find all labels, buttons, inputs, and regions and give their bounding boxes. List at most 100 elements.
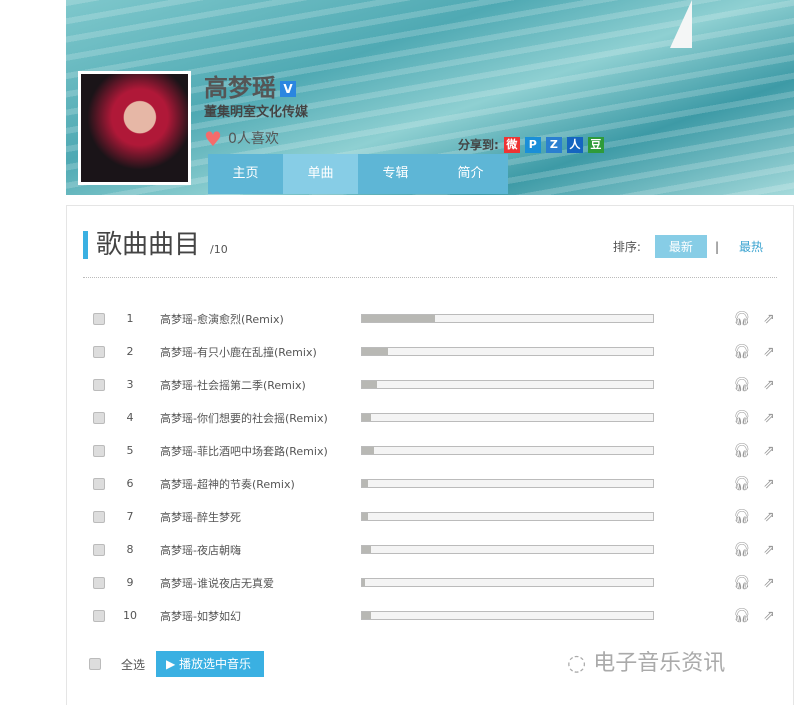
headphones-icon[interactable]: 🎧︎: [733, 542, 751, 558]
heart-icon[interactable]: ♥: [204, 127, 222, 151]
song-number: 9: [126, 576, 134, 589]
song-checkbox[interactable]: [93, 576, 105, 589]
song-title[interactable]: 高梦瑶-愈演愈烈(Remix): [160, 311, 284, 327]
popularity-bar: [361, 347, 654, 356]
share-icon[interactable]: ⇗: [763, 377, 775, 393]
song-title[interactable]: 高梦瑶-谁说夜店无真爱: [160, 575, 274, 591]
popularity-bar: [361, 512, 654, 521]
popularity-fill: [362, 414, 371, 421]
song-title[interactable]: 高梦瑶-醉生梦死: [160, 509, 241, 525]
popularity-bar: [361, 314, 654, 323]
song-checkbox[interactable]: [93, 510, 105, 523]
song-row: 8 高梦瑶-夜店朝嗨 🎧︎ ⇗: [67, 533, 794, 566]
sort-controls: 排序: 最新 | 最热: [613, 235, 763, 258]
share-icon[interactable]: ⇗: [763, 410, 775, 426]
popularity-fill: [362, 513, 368, 520]
song-title[interactable]: 高梦瑶-夜店朝嗨: [160, 542, 241, 558]
p-icon[interactable]: P: [524, 136, 541, 153]
song-checkbox[interactable]: [93, 444, 105, 457]
headphones-icon[interactable]: 🎧︎: [733, 608, 751, 624]
popularity-bar: [361, 578, 654, 587]
popularity-fill: [362, 480, 368, 487]
headphones-icon[interactable]: 🎧︎: [733, 311, 751, 327]
tab-3[interactable]: 简介: [433, 154, 508, 194]
song-row: 7 高梦瑶-醉生梦死 🎧︎ ⇗: [67, 500, 794, 533]
song-number: 3: [126, 378, 134, 391]
share-icon[interactable]: ⇗: [763, 443, 775, 459]
popularity-fill: [362, 315, 435, 322]
headphones-icon[interactable]: 🎧︎: [733, 344, 751, 360]
like-area: ♥ 0人喜欢: [204, 127, 279, 151]
song-list-panel: 歌曲曲目/10 排序: 最新 | 最热 1 高梦瑶-愈演愈烈(Remix) 🎧︎…: [66, 205, 794, 705]
artist-banner: 高梦瑶 V 董集明室文化传媒 ♥ 0人喜欢 分享到: 微 P Z 人豆 主页 单曲 专辑 简介: [66, 0, 794, 195]
douban-icon[interactable]: 豆: [587, 136, 604, 153]
divider: [83, 277, 777, 278]
tab-1[interactable]: 单曲: [283, 154, 358, 194]
play-selected-button[interactable]: ▶ 播放选中音乐: [156, 651, 264, 677]
tab-2[interactable]: 专辑: [358, 154, 433, 194]
song-row: 4 高梦瑶-你们想要的社会摇(Remix) 🎧︎ ⇗: [67, 401, 794, 434]
song-number: 6: [126, 477, 134, 490]
headphones-icon[interactable]: 🎧︎: [733, 476, 751, 492]
share-icon[interactable]: ⇗: [763, 311, 775, 327]
song-title[interactable]: 高梦瑶-菲比酒吧中场套路(Remix): [160, 443, 328, 459]
watermark: ◌ 电子音乐资讯: [567, 651, 726, 676]
song-title[interactable]: 高梦瑶-你们想要的社会摇(Remix): [160, 410, 328, 426]
sort-label: 排序:: [612, 240, 641, 254]
sort-divider: |: [714, 239, 719, 254]
song-title[interactable]: 高梦瑶-有只小鹿在乱撞(Remix): [160, 344, 317, 360]
share-icon[interactable]: ⇗: [763, 542, 775, 558]
popularity-bar: [361, 413, 654, 422]
song-number: 10: [123, 609, 137, 622]
song-title[interactable]: 高梦瑶-如梦如幻: [160, 608, 241, 624]
headphones-icon[interactable]: 🎧︎: [733, 443, 751, 459]
song-title[interactable]: 高梦瑶-超神的节奏(Remix): [160, 476, 295, 492]
sort-hottest-button[interactable]: 最热: [739, 238, 763, 255]
song-number: 7: [126, 510, 134, 523]
song-number: 4: [126, 411, 134, 424]
select-all-label: 全选: [121, 658, 146, 672]
share-icon[interactable]: ⇗: [763, 575, 775, 591]
song-row: 6 高梦瑶-超神的节奏(Remix) 🎧︎ ⇗: [67, 467, 794, 500]
headphones-icon[interactable]: 🎧︎: [733, 575, 751, 591]
song-checkbox[interactable]: [93, 312, 105, 325]
headphones-icon[interactable]: 🎧︎: [733, 509, 751, 525]
popularity-fill: [362, 381, 377, 388]
renren-icon[interactable]: 人: [566, 136, 583, 153]
share-icon[interactable]: ⇗: [763, 608, 775, 624]
song-number: 2: [126, 345, 134, 358]
song-row: 9 高梦瑶-谁说夜店无真爱 🎧︎ ⇗: [67, 566, 794, 599]
share-label: 分享到:: [458, 138, 499, 152]
share-icon[interactable]: ⇗: [763, 344, 775, 360]
avatar: [78, 71, 191, 185]
qzone-icon[interactable]: Z: [545, 136, 562, 153]
song-checkbox[interactable]: [93, 378, 105, 391]
song-number: 1: [126, 312, 134, 325]
song-checkbox[interactable]: [93, 411, 105, 424]
popularity-bar: [361, 479, 654, 488]
headphones-icon[interactable]: 🎧︎: [733, 410, 751, 426]
song-row: 5 高梦瑶-菲比酒吧中场套路(Remix) 🎧︎ ⇗: [67, 434, 794, 467]
share-icon[interactable]: ⇗: [763, 509, 775, 525]
song-checkbox[interactable]: [93, 609, 105, 622]
popularity-fill: [362, 447, 374, 454]
artist-name: 高梦瑶 V: [204, 68, 296, 103]
song-checkbox[interactable]: [93, 543, 105, 556]
select-all-checkbox[interactable]: [89, 658, 101, 670]
popularity-bar: [361, 380, 654, 389]
weibo-icon[interactable]: 微: [503, 136, 520, 153]
sailboat-image: [670, 0, 692, 48]
song-title[interactable]: 高梦瑶-社会摇第二季(Remix): [160, 377, 306, 393]
song-checkbox[interactable]: [93, 345, 105, 358]
verified-icon: V: [280, 81, 296, 97]
popularity-fill: [362, 348, 389, 355]
song-checkbox[interactable]: [93, 477, 105, 490]
share-icon[interactable]: ⇗: [763, 476, 775, 492]
tab-0[interactable]: 主页: [208, 154, 283, 194]
sort-newest-button[interactable]: 最新: [654, 235, 707, 258]
song-number: 5: [126, 444, 134, 457]
like-count: 0人喜欢: [227, 131, 279, 147]
headphones-icon[interactable]: 🎧︎: [733, 377, 751, 393]
popularity-fill: [362, 579, 365, 586]
popularity-bar: [361, 611, 654, 620]
